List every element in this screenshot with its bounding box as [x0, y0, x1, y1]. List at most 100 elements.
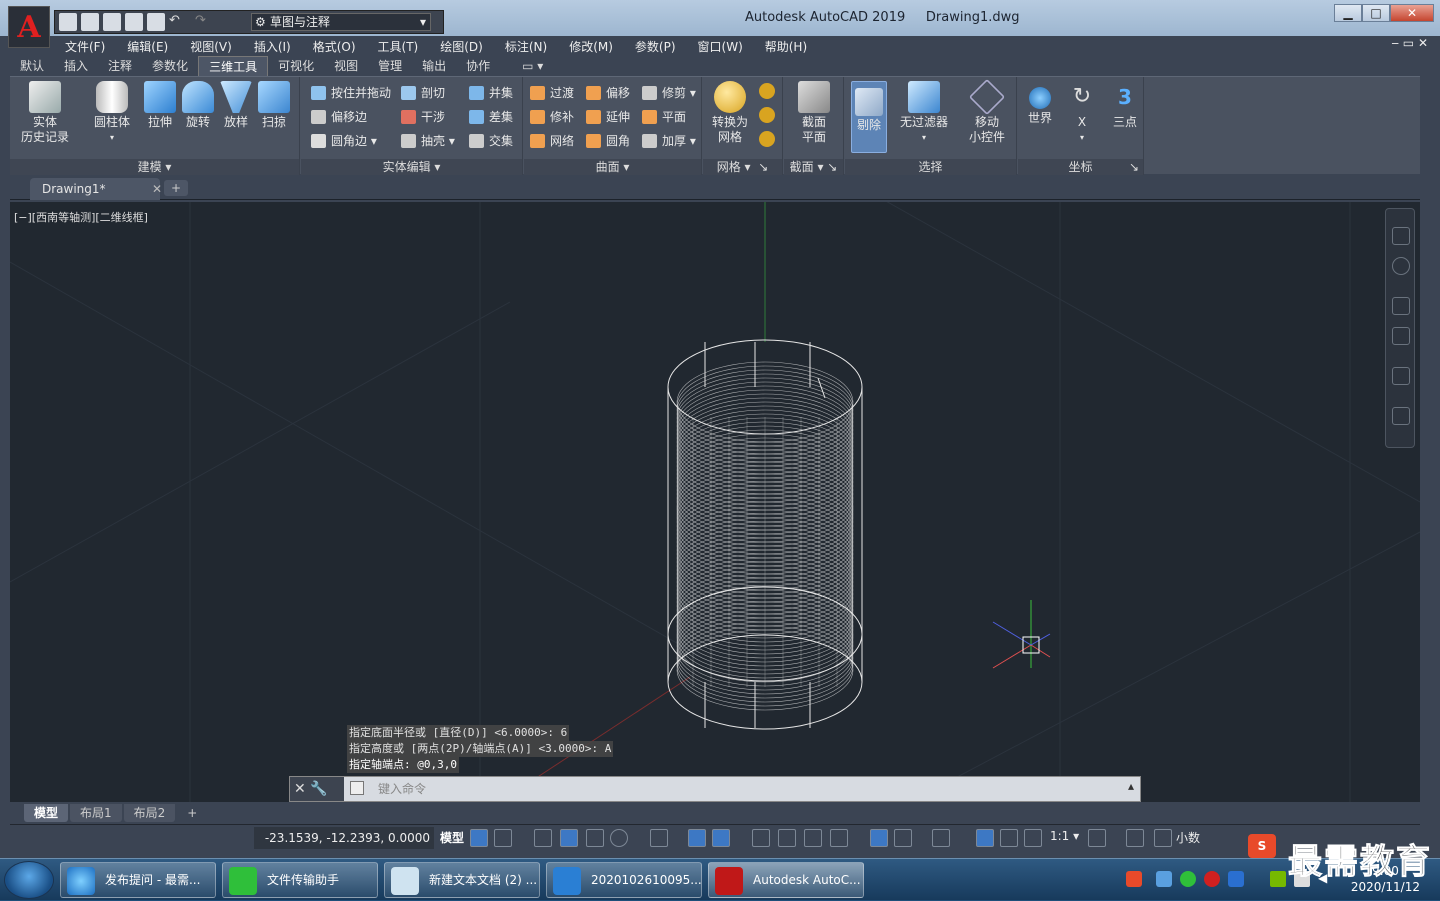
- tab-parametric[interactable]: 参数化: [142, 56, 198, 76]
- menu-parametric[interactable]: 参数(P): [624, 38, 687, 55]
- model-space-button[interactable]: 模型: [438, 827, 466, 849]
- panel-title-solid-edit[interactable]: 实体编辑 ▾: [301, 159, 522, 175]
- tab-layout1[interactable]: 布局1: [70, 804, 122, 822]
- surface-fillet-button[interactable]: 圆角: [586, 131, 630, 151]
- union-button[interactable]: 并集: [469, 83, 513, 103]
- coords-dialog-launcher[interactable]: ↘: [1129, 159, 1139, 175]
- revolve-button[interactable]: 旋转: [178, 81, 218, 130]
- convert-to-mesh-button[interactable]: 转换为 网格: [707, 81, 753, 145]
- annotation-scale-icon[interactable]: [1024, 829, 1042, 847]
- weibo-icon[interactable]: [1204, 871, 1220, 887]
- transparency-icon[interactable]: [778, 829, 796, 847]
- minimize-button[interactable]: ▁: [1334, 4, 1362, 22]
- ortho-icon[interactable]: [586, 829, 604, 847]
- panel-title-mesh[interactable]: 网格 ▾ ↘: [703, 159, 782, 175]
- mesh-smooth-icon[interactable]: [759, 83, 775, 99]
- units-icon[interactable]: [1154, 829, 1172, 847]
- file-tab-drawing1[interactable]: Drawing1* ✕: [30, 178, 162, 200]
- close-button[interactable]: ✕: [1390, 4, 1434, 22]
- menu-file[interactable]: 文件(F): [54, 38, 116, 55]
- intersect-button[interactable]: 交集: [469, 131, 513, 151]
- infer-constraints-icon[interactable]: [534, 829, 552, 847]
- annotation-scale-dropdown[interactable]: 1:1 ▾: [1050, 829, 1079, 843]
- command-history-toggle-icon[interactable]: ▴: [1128, 779, 1134, 793]
- menu-help[interactable]: 帮助(H): [754, 38, 818, 55]
- taskbar-item-autocad[interactable]: Autodesk AutoC...: [708, 862, 864, 898]
- tab-visualize[interactable]: 可视化: [268, 56, 324, 76]
- tab-default[interactable]: 默认: [10, 56, 54, 76]
- loft-button[interactable]: 放样: [216, 81, 256, 130]
- new-file-icon[interactable]: [59, 13, 77, 31]
- surface-trim-button[interactable]: 修剪 ▾: [642, 83, 696, 103]
- culling-button[interactable]: 剔除: [851, 81, 887, 153]
- workspace-dropdown[interactable]: ⚙ 草图与注释 ▾: [251, 13, 431, 31]
- drawing-canvas[interactable]: [−][西南等轴测][二维线框] 指定底面半径或 [直径(D)] <6.0000…: [10, 202, 1420, 802]
- tab-manage[interactable]: 管理: [368, 56, 412, 76]
- taskbar-item-ie[interactable]: 发布提问 - 最需...: [60, 862, 216, 898]
- taskbar-item-wechat[interactable]: 文件传输助手: [222, 862, 378, 898]
- presspull-button[interactable]: 按住并拖动: [311, 83, 391, 103]
- viewcube-icon[interactable]: [1392, 227, 1410, 245]
- tab-annotate[interactable]: 注释: [98, 56, 142, 76]
- surface-patch-button[interactable]: 修补: [530, 107, 574, 127]
- command-input[interactable]: 键入命令: [348, 777, 426, 801]
- menu-view[interactable]: 视图(V): [179, 38, 243, 55]
- subtract-button[interactable]: 差集: [469, 107, 513, 127]
- ucs-3point-button[interactable]: 3 三点: [1108, 81, 1142, 130]
- new-tab-button[interactable]: +: [164, 180, 188, 196]
- maximize-button[interactable]: □: [1362, 4, 1390, 22]
- wechat-tray-icon[interactable]: [1180, 871, 1196, 887]
- viewport-controls-label[interactable]: [−][西南等轴测][二维线框]: [14, 209, 148, 225]
- close-icon[interactable]: ✕: [152, 178, 162, 200]
- panel-title-section[interactable]: 截面 ▾ ↘: [784, 159, 843, 175]
- snap-toggle-icon[interactable]: [494, 829, 512, 847]
- tab-layout2[interactable]: 布局2: [123, 804, 176, 822]
- application-menu-button[interactable]: A: [8, 6, 50, 48]
- mesh-refine-icon[interactable]: [759, 107, 775, 123]
- ucs-x-button[interactable]: ↻ X ▾: [1066, 81, 1098, 145]
- save-as-icon[interactable]: [125, 13, 143, 31]
- dynamic-input-icon[interactable]: [560, 829, 578, 847]
- surface-extend-button[interactable]: 延伸: [586, 107, 630, 127]
- object-snap-tracking-icon[interactable]: [688, 829, 706, 847]
- shell-button[interactable]: 抽壳 ▾: [401, 131, 455, 151]
- move-gizmo-button[interactable]: 移动 小控件: [961, 78, 1013, 145]
- section-plane-button[interactable]: 截面 平面: [792, 81, 836, 145]
- solid-history-button[interactable]: 实体 历史记录: [20, 81, 70, 145]
- menu-dimension[interactable]: 标注(N): [494, 38, 558, 55]
- save-icon[interactable]: [103, 13, 121, 31]
- menu-edit[interactable]: 编辑(E): [116, 38, 179, 55]
- panel-title-coordinates[interactable]: 坐标 ↘: [1018, 159, 1143, 175]
- mesh-crease-icon[interactable]: [759, 131, 775, 147]
- lineweight-icon[interactable]: [752, 829, 770, 847]
- steering-wheel-icon[interactable]: [1392, 257, 1410, 275]
- menu-modify[interactable]: 修改(M): [558, 38, 624, 55]
- close-icon[interactable]: ✕: [294, 781, 306, 797]
- surface-blend-button[interactable]: 过渡: [530, 83, 574, 103]
- add-layout-button[interactable]: +: [177, 804, 207, 822]
- undo-icon[interactable]: ↶: [169, 13, 191, 31]
- sweep-button[interactable]: 扫掠: [254, 81, 294, 130]
- open-file-icon[interactable]: [81, 13, 99, 31]
- extrude-button[interactable]: 拉伸: [140, 81, 180, 130]
- cylinder-button[interactable]: 圆柱体 ▾: [92, 81, 132, 145]
- taskbar-item-video[interactable]: 2020102610095...: [546, 862, 702, 898]
- polar-tracking-icon[interactable]: [610, 829, 628, 847]
- menu-insert[interactable]: 插入(I): [243, 38, 302, 55]
- offset-edge-button[interactable]: 偏移边: [311, 107, 367, 127]
- menu-draw[interactable]: 绘图(D): [429, 38, 494, 55]
- taskbar-item-notepad[interactable]: 新建文本文档 (2) ...: [384, 862, 540, 898]
- print-icon[interactable]: [147, 13, 165, 31]
- tab-3d-tools[interactable]: 三维工具: [198, 55, 269, 77]
- slice-button[interactable]: 剖切: [401, 83, 445, 103]
- isodraft-icon[interactable]: [650, 829, 668, 847]
- sogou-icon[interactable]: [1126, 871, 1142, 887]
- selection-filter-icon[interactable]: [894, 829, 912, 847]
- panel-title-surface[interactable]: 曲面 ▾: [524, 159, 701, 175]
- workspace-gear-icon[interactable]: [1088, 829, 1106, 847]
- 3d-osnap-icon[interactable]: [830, 829, 848, 847]
- menu-format[interactable]: 格式(O): [302, 38, 367, 55]
- ucs-world-button[interactable]: 世界: [1024, 81, 1056, 126]
- tab-insert[interactable]: 插入: [54, 56, 98, 76]
- thicken-button[interactable]: 加厚 ▾: [642, 131, 696, 151]
